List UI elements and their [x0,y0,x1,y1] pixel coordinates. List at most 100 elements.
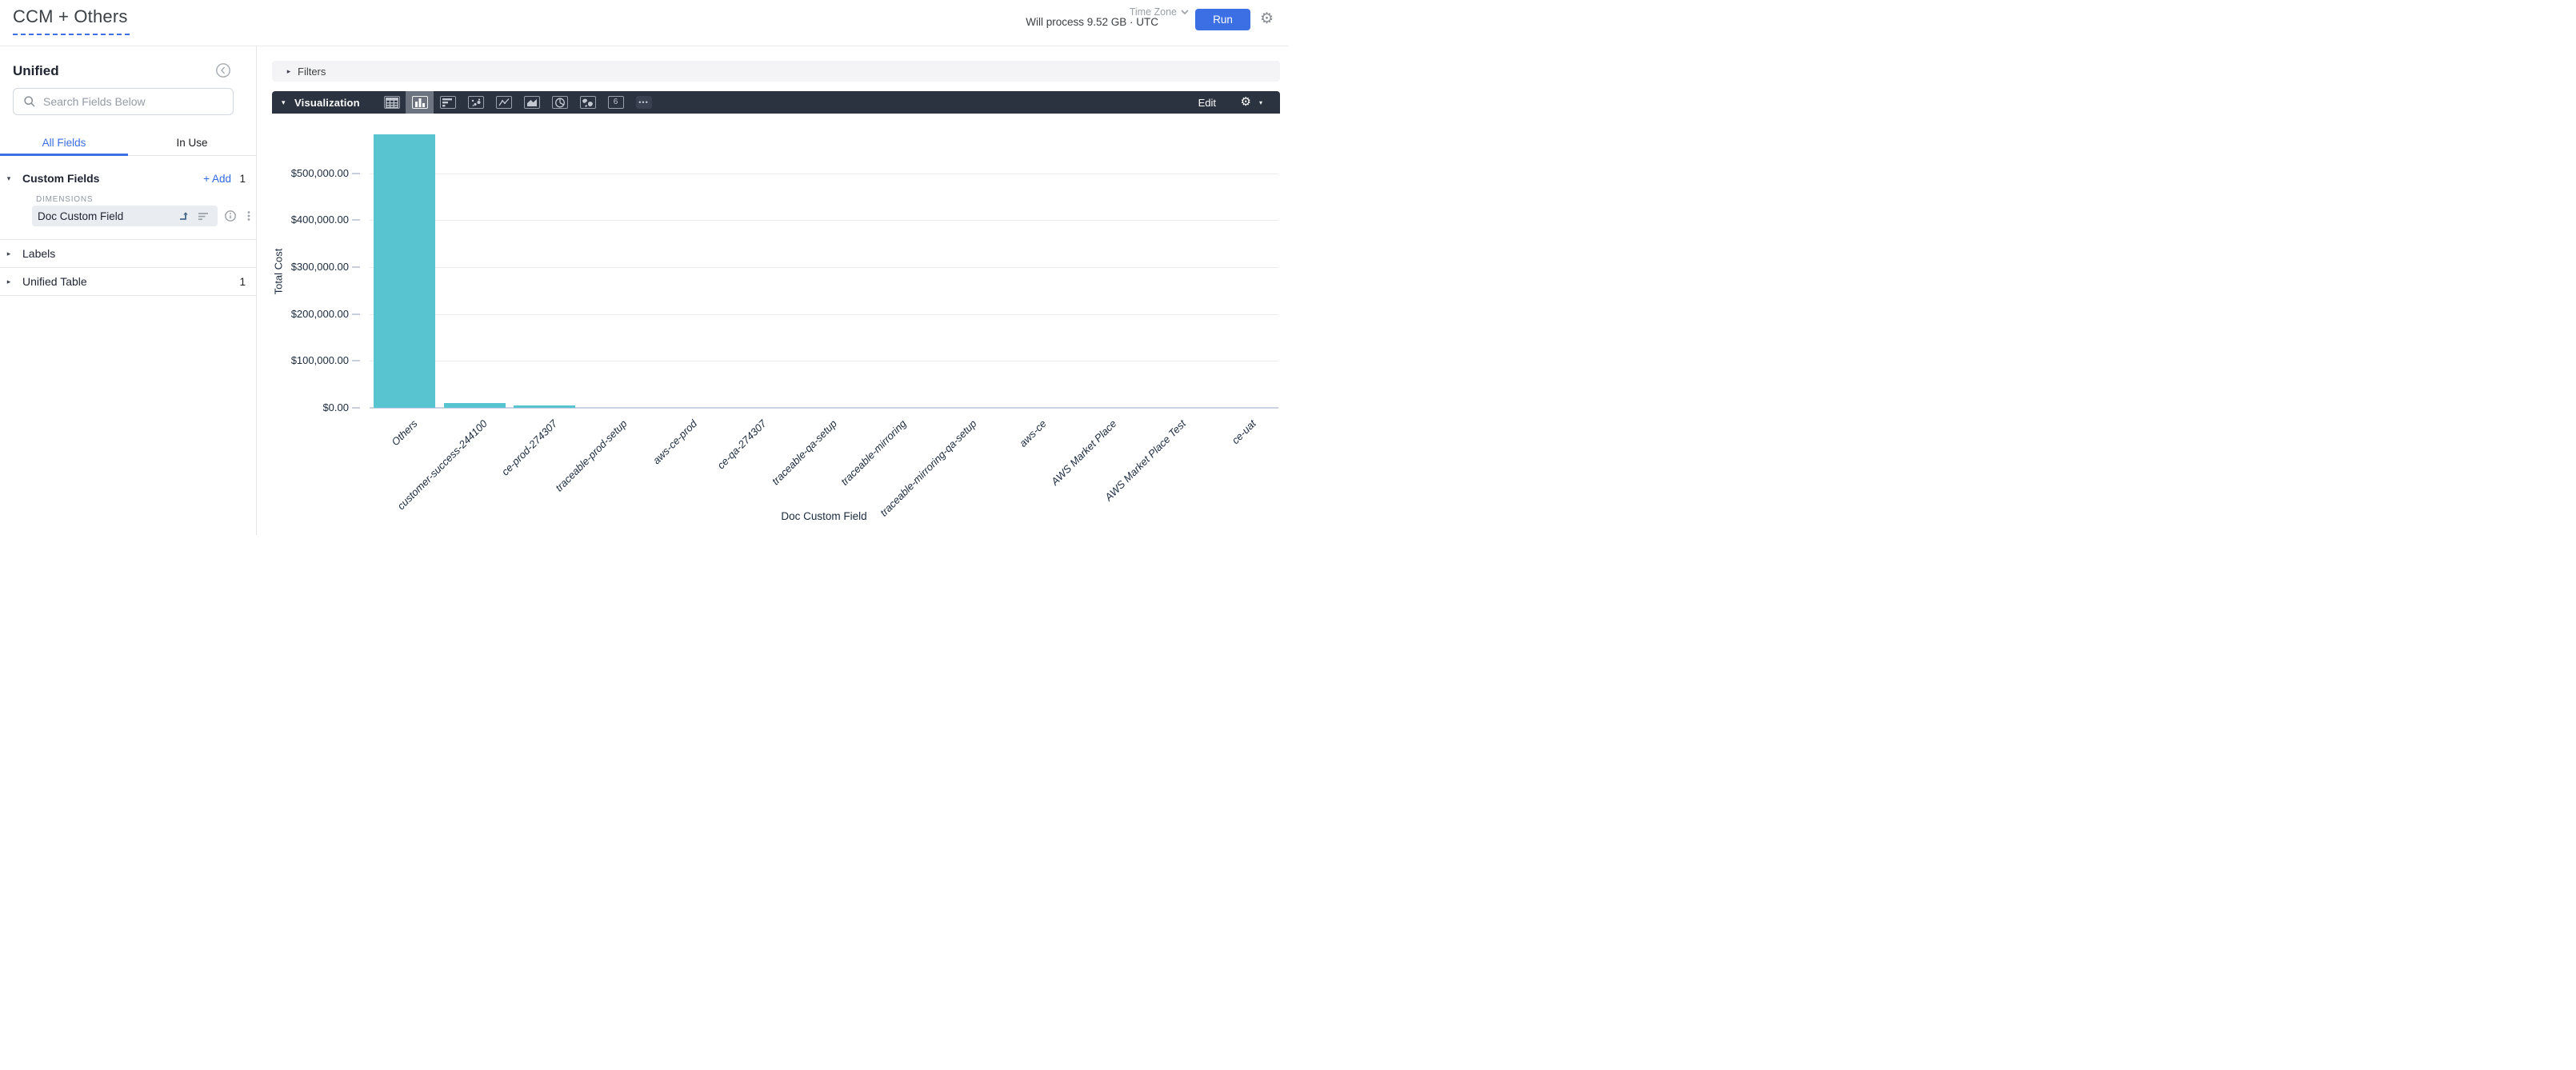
chart-area: $500,000.00$400,000.00$300,000.00$200,00… [257,114,1288,535]
info-icon[interactable] [224,210,237,222]
dimensions-group-label: DIMENSIONS [36,195,93,204]
x-category-label: ce-prod-274307 [499,417,560,478]
x-category-label: traceable-mirroring [838,417,909,488]
viz-type-map-icon[interactable] [574,91,602,114]
y-tick-label: $100,000.00 [261,354,349,366]
viz-type-bar-chart-icon[interactable] [434,91,462,114]
filters-toggle-bar[interactable]: ▸ Filters [272,61,1280,82]
table-glyph [384,96,400,109]
y-tick-mark [352,173,360,174]
x-category-label: AWS Market Place [1049,417,1119,488]
x-axis-title: Doc Custom Field [776,510,872,522]
x-category-label: ce-qa-274307 [715,417,769,471]
single-value-glyph: 6 [608,96,624,109]
y-tick-mark [352,313,360,315]
x-category-label: traceable-qa-setup [769,417,838,487]
search-field-container [13,88,234,115]
y-tick-mark [352,266,360,268]
header-bar: CCM + Others Will process 9.52 GB · UTC … [0,0,1288,46]
map-glyph [580,96,596,109]
bar-customer-success-244100[interactable] [444,403,506,408]
viz-type-more-icon[interactable]: ••• [630,91,658,114]
run-button[interactable]: Run [1195,9,1250,30]
section-unified-table[interactable]: ▸ Unified Table 1 [0,268,257,295]
will-process-text: Will process 9.52 GB · UTC [1026,16,1158,28]
viz-type-picker: 6 ••• [378,91,658,114]
page-title[interactable]: CCM + Others [13,6,128,27]
y-tick-mark [352,407,360,409]
unified-table-section-label: Unified Table [22,275,87,288]
y-tick-label: $400,000.00 [261,214,349,226]
scatter-glyph [468,96,484,109]
viz-type-scatter-icon[interactable] [462,91,490,114]
labels-section-label: Labels [22,247,55,260]
viz-type-column-chart-icon[interactable] [406,91,434,114]
time-zone-dropdown[interactable]: Time Zone [1130,6,1189,18]
section-labels[interactable]: ▸ Labels [0,240,257,267]
visualization-toolbar: ▾ Visualization 6 ••• Edit ⚙ ▾ [272,91,1280,114]
x-category-label: ce-uat [1230,417,1258,446]
gridline [370,267,1278,268]
tab-in-use[interactable]: In Use [128,125,256,157]
caret-right-icon[interactable]: ▸ [3,277,14,286]
area-chart-glyph [524,96,540,109]
filter-icon[interactable] [197,210,210,222]
x-category-label: aws-ce [1017,417,1049,449]
caret-down-icon[interactable]: ▾ [282,98,286,107]
x-category-label: Others [389,417,419,448]
gridline [370,220,1278,221]
x-category-label: aws-ce-prod [650,417,699,466]
x-category-label: traceable-prod-setup [553,417,629,493]
tab-all-fields[interactable]: All Fields [0,125,128,157]
more-glyph: ••• [636,96,652,109]
field-tabs: All Fields In Use [0,125,257,157]
column-chart-glyph [412,96,428,109]
bar-ce-prod-274307[interactable] [514,405,575,408]
gridline [370,314,1278,315]
time-zone-label: Time Zone [1130,6,1177,18]
add-custom-field-button[interactable]: + Add [203,173,231,185]
viz-settings-gear-icon[interactable]: ⚙ [1241,94,1251,109]
search-icon [23,95,36,108]
field-doc-custom-field[interactable]: Doc Custom Field [32,206,218,226]
x-axis-line [370,407,1278,409]
pie-chart-glyph [552,96,568,109]
unified-table-count: 1 [239,276,246,288]
y-axis-title: Total Cost [273,244,285,300]
custom-fields-label: Custom Fields [22,172,99,185]
y-tick-label: $500,000.00 [261,167,349,179]
visualization-label: Visualization [294,97,360,109]
viz-type-table-icon[interactable] [378,91,406,114]
caret-down-icon[interactable]: ▾ [1259,99,1262,106]
title-underline [13,34,130,35]
bar-Others[interactable] [374,134,435,408]
settings-gear-icon[interactable]: ⚙ [1260,10,1274,28]
x-category-label: AWS Market Place Test [1102,417,1188,503]
section-custom-fields[interactable]: ▾ Custom Fields + Add 1 [0,166,257,190]
viz-type-line-chart-icon[interactable] [490,91,518,114]
chevron-down-icon [1181,10,1189,14]
caret-down-icon[interactable]: ▾ [3,174,14,183]
pivot-icon[interactable] [178,210,190,222]
viz-type-single-value-icon[interactable]: 6 [602,91,630,114]
more-options-icon[interactable] [242,210,255,222]
bar-chart-glyph [440,96,456,109]
app-root: CCM + Others Will process 9.52 GB · UTC … [0,0,1288,535]
collapse-sidebar-button[interactable] [215,62,231,78]
line-chart-glyph [496,96,512,109]
y-tick-label: $200,000.00 [261,308,349,320]
active-tab-underline [0,154,128,156]
y-tick-label: $0.00 [261,401,349,413]
filters-label: Filters [298,66,326,78]
caret-right-icon: ▸ [283,67,294,76]
y-tick-mark [352,219,360,221]
edit-button[interactable]: Edit [1198,97,1216,109]
search-input[interactable] [43,95,211,108]
y-tick-mark [352,360,360,361]
explore-title: Unified [13,63,59,79]
caret-right-icon[interactable]: ▸ [3,250,14,258]
viz-type-area-chart-icon[interactable] [518,91,546,114]
divider [0,295,257,296]
viz-type-pie-chart-icon[interactable] [546,91,574,114]
field-label: Doc Custom Field [38,210,123,222]
